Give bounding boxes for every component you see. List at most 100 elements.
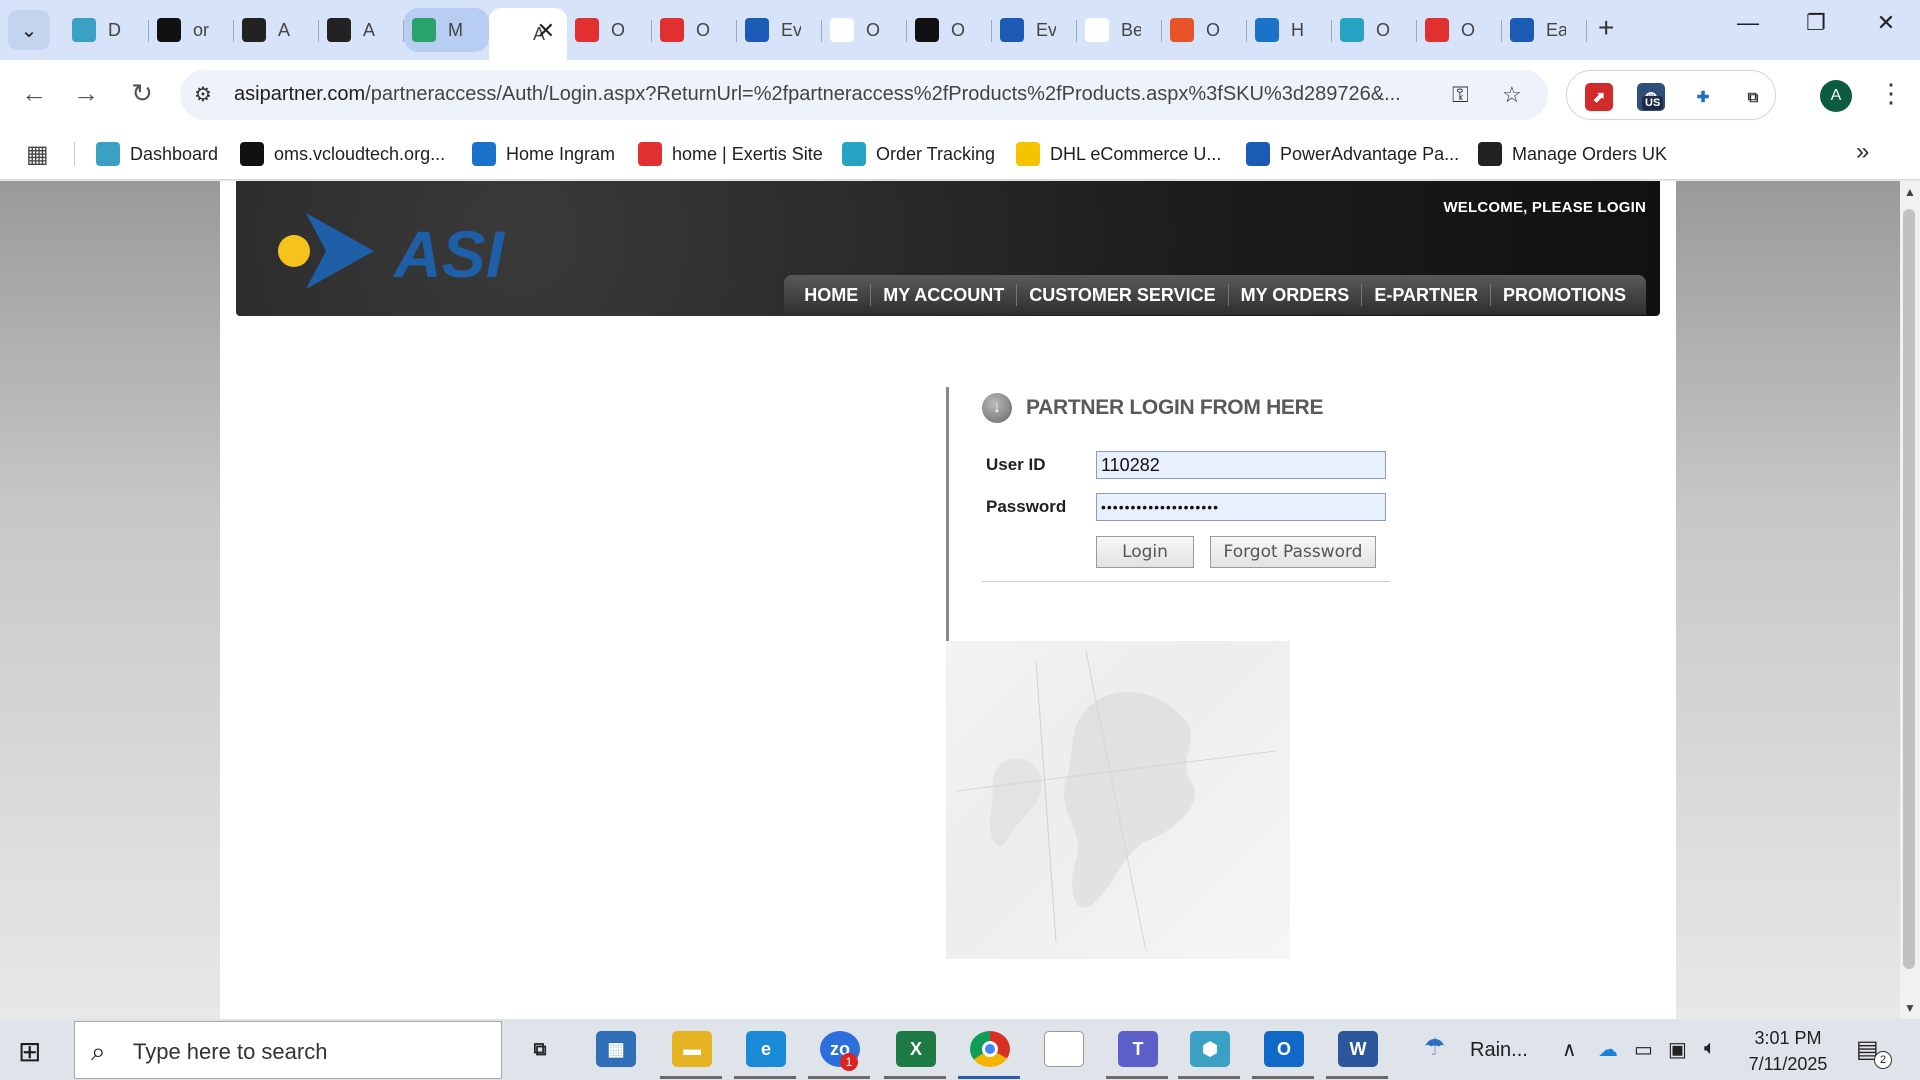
nav-item-e-partner[interactable]: E-PARTNER bbox=[1362, 285, 1490, 306]
battery-icon[interactable]: ▭ bbox=[1634, 1037, 1653, 1062]
file-explorer-icon[interactable]: ▬ bbox=[672, 1031, 712, 1067]
bookmark-item[interactable]: Manage Orders UK bbox=[1478, 138, 1667, 170]
reload-button[interactable]: ↻ bbox=[124, 78, 160, 109]
url-text[interactable]: asipartner.com/partneraccess/Auth/Login.… bbox=[234, 83, 1444, 106]
browser-tab[interactable]: O bbox=[1332, 8, 1417, 52]
password-key-icon[interactable]: ⚿ bbox=[1452, 82, 1469, 108]
tab-title: O bbox=[1376, 19, 1391, 40]
browser-tab[interactable]: O bbox=[652, 8, 737, 52]
word-icon[interactable]: W bbox=[1338, 1031, 1378, 1067]
bookmark-favicon-icon bbox=[638, 142, 662, 166]
apps-grid-icon[interactable]: ▦ bbox=[26, 140, 49, 169]
site-info-icon[interactable]: ⚙ bbox=[194, 82, 212, 107]
tab-title: O bbox=[1461, 19, 1476, 40]
chrome-icon[interactable] bbox=[970, 1031, 1010, 1067]
forward-button[interactable]: → bbox=[68, 78, 104, 109]
bookmark-item[interactable]: home | Exertis Site bbox=[638, 138, 823, 170]
address-bar[interactable]: ⚙ asipartner.com/partneraccess/Auth/Logi… bbox=[180, 70, 1548, 120]
close-window-button[interactable]: ✕ bbox=[1866, 10, 1906, 36]
browser-tab[interactable]: H bbox=[1247, 8, 1332, 52]
bookmark-item[interactable]: Order Tracking bbox=[842, 138, 995, 170]
c-circle-icon bbox=[1340, 18, 1364, 42]
nav-item-my-account[interactable]: MY ACCOUNT bbox=[871, 285, 1016, 306]
network-icon[interactable]: ▣ bbox=[1668, 1037, 1687, 1062]
bookmark-item[interactable]: oms.vcloudtech.org... bbox=[240, 138, 445, 170]
browser-tab[interactable]: O bbox=[567, 8, 652, 52]
notification-count-badge: 2 bbox=[1874, 1051, 1892, 1069]
tab-search-button[interactable]: ⌄ bbox=[8, 10, 50, 50]
back-button[interactable]: ← bbox=[16, 78, 52, 109]
teams-icon[interactable]: T bbox=[1118, 1031, 1158, 1067]
bookmark-star-icon[interactable]: ☆ bbox=[1502, 82, 1522, 108]
browser-tab[interactable]: O bbox=[822, 8, 907, 52]
hexagon-app-icon[interactable]: ⬢ bbox=[1190, 1031, 1230, 1067]
browser-tab[interactable]: A bbox=[234, 8, 319, 52]
tab-list: Dor A A M A ✕ O O Ev O O Ev Be O H O O Ea bbox=[64, 8, 1587, 60]
bookmark-item[interactable]: DHL eCommerce U... bbox=[1016, 138, 1221, 170]
weather-text[interactable]: Rain... bbox=[1470, 1039, 1528, 1062]
nav-item-my-orders[interactable]: MY ORDERS bbox=[1229, 285, 1362, 306]
chevron-up-icon[interactable]: ∧ bbox=[1562, 1037, 1577, 1062]
running-indicator bbox=[1178, 1076, 1240, 1079]
windows-start-icon[interactable]: ⊞ bbox=[18, 1035, 41, 1068]
outlook-icon[interactable]: O bbox=[1264, 1031, 1304, 1067]
taskbar-search-box[interactable]: ⌕ Type here to search bbox=[74, 1021, 502, 1079]
extensions-puzzle-icon[interactable]: ⧉ bbox=[1739, 83, 1767, 111]
new-tab-button[interactable]: + bbox=[1598, 12, 1614, 44]
notepad-icon[interactable] bbox=[1044, 1031, 1084, 1067]
nav-item-home[interactable]: HOME bbox=[792, 285, 870, 306]
browser-tab[interactable]: D bbox=[64, 8, 149, 52]
pdf-extension-icon[interactable]: ⬈ bbox=[1585, 83, 1613, 111]
minimize-button[interactable]: — bbox=[1728, 10, 1768, 36]
edge-browser-icon[interactable]: e bbox=[746, 1031, 786, 1067]
onedrive-cloud-icon[interactable]: ☁ bbox=[1598, 1037, 1618, 1062]
nav-item-customer-service[interactable]: CUSTOMER SERVICE bbox=[1017, 285, 1227, 306]
close-tab-icon[interactable]: ✕ bbox=[537, 18, 555, 44]
weather-umbrella-icon[interactable]: ☂ bbox=[1424, 1033, 1446, 1062]
bookmark-item[interactable]: PowerAdvantage Pa... bbox=[1246, 138, 1459, 170]
bookmark-item[interactable]: Dashboard bbox=[96, 138, 218, 170]
user-id-input[interactable] bbox=[1096, 451, 1386, 479]
browser-tab[interactable]: Be bbox=[1077, 8, 1162, 52]
more-bookmarks-icon[interactable]: » bbox=[1856, 138, 1869, 166]
login-button[interactable]: Login bbox=[1096, 536, 1194, 568]
task-view-icon[interactable]: ⧉ bbox=[520, 1031, 560, 1067]
browser-tab[interactable]: O bbox=[907, 8, 992, 52]
page-scrollbar[interactable]: ▲ ▼ bbox=[1900, 181, 1920, 1019]
exertis-icon bbox=[575, 18, 599, 42]
scroll-down-icon[interactable]: ▼ bbox=[1904, 1001, 1916, 1015]
browser-menu-icon[interactable]: ⋮ bbox=[1878, 78, 1904, 109]
system-clock[interactable]: 3:01 PM 7/11/2025 bbox=[1738, 1025, 1838, 1077]
excel-icon[interactable]: X bbox=[896, 1031, 936, 1067]
arrow-down-circle-icon: ↓ bbox=[982, 393, 1012, 423]
browser-tab[interactable]: A ✕ bbox=[489, 8, 567, 60]
bookmark-label: Dashboard bbox=[130, 143, 219, 164]
browser-tab[interactable]: Ea bbox=[1502, 8, 1587, 52]
restore-button[interactable]: ❐ bbox=[1796, 10, 1836, 36]
browser-tab[interactable]: O bbox=[1162, 8, 1247, 52]
tab-title: or bbox=[193, 19, 210, 40]
tab-title: Ev bbox=[1036, 19, 1056, 40]
calculator-icon[interactable]: ▦ bbox=[596, 1031, 636, 1067]
asi-logo[interactable]: ASI bbox=[276, 205, 576, 295]
extensions-group: ⬈ ◍ ✚ ⧉ bbox=[1566, 70, 1776, 120]
scroll-up-icon[interactable]: ▲ bbox=[1904, 185, 1916, 199]
bookmark-favicon-icon bbox=[842, 142, 866, 166]
browser-toolbar: ← → ↻ ⚙ asipartner.com/partneraccess/Aut… bbox=[0, 60, 1920, 128]
browser-tab[interactable]: A bbox=[319, 8, 404, 52]
bookmark-item[interactable]: Home Ingram bbox=[472, 138, 615, 170]
browser-tab[interactable]: or bbox=[149, 8, 234, 52]
profile-avatar[interactable]: A bbox=[1820, 80, 1852, 112]
browser-tab[interactable]: M bbox=[404, 8, 489, 52]
nav-item-promotions[interactable]: PROMOTIONS bbox=[1491, 285, 1638, 306]
volume-icon[interactable]: 🔈︎ bbox=[1704, 1037, 1716, 1060]
browser-tab[interactable]: O bbox=[1417, 8, 1502, 52]
browser-tab[interactable]: Ev bbox=[992, 8, 1077, 52]
forgot-password-button[interactable]: Forgot Password bbox=[1210, 536, 1376, 568]
scrollbar-thumb[interactable] bbox=[1903, 209, 1915, 969]
addon-icon[interactable]: ✚ bbox=[1689, 83, 1717, 111]
clock-date: 7/11/2025 bbox=[1748, 1054, 1828, 1074]
bookmark-label: DHL eCommerce U... bbox=[1050, 143, 1222, 164]
password-input[interactable] bbox=[1096, 493, 1386, 521]
browser-tab[interactable]: Ev bbox=[737, 8, 822, 52]
